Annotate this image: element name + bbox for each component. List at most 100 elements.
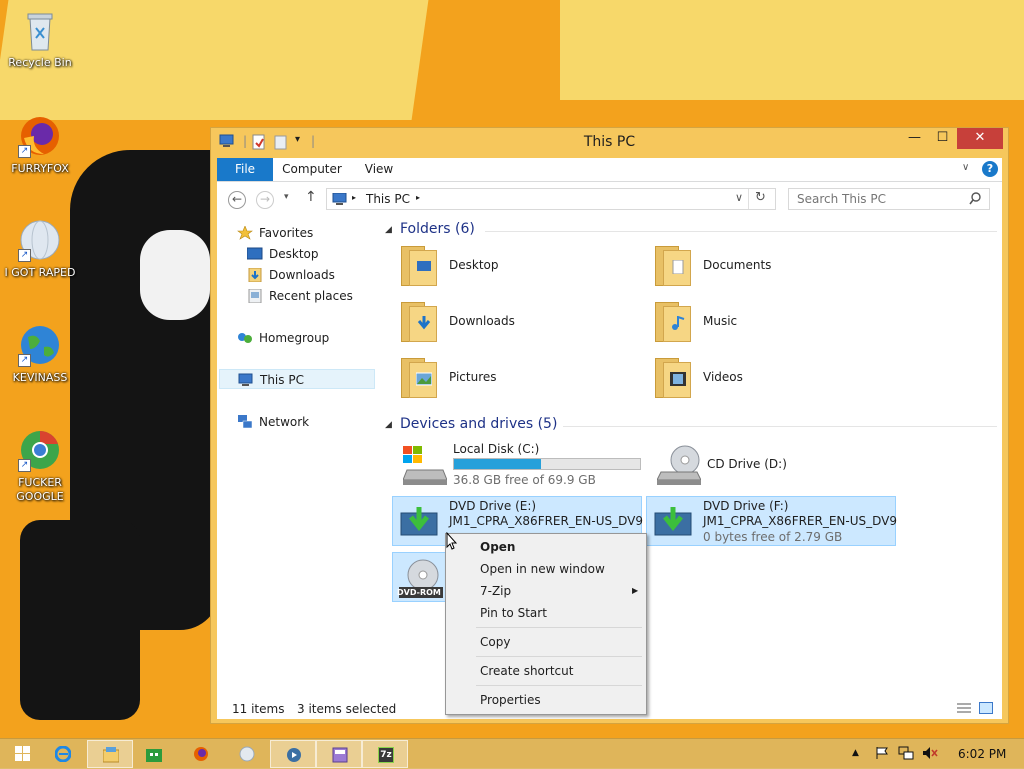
nav-downloads[interactable]: Downloads (247, 265, 335, 285)
drive-name: DVD Drive (E:) (449, 499, 537, 513)
nav-desktop[interactable]: Desktop (246, 244, 319, 264)
action-center-flag-icon[interactable] (875, 746, 889, 763)
nav-favorites[interactable]: Favorites (237, 223, 313, 243)
folder-music[interactable]: Music (651, 298, 891, 346)
window-title: This PC (583, 134, 636, 150)
nav-network-label: Network (259, 415, 310, 429)
menu-open[interactable]: Open (448, 536, 644, 558)
taskbar-firefox[interactable] (178, 740, 224, 768)
divider (748, 189, 749, 209)
taskbar-internet-explorer[interactable] (40, 740, 86, 768)
close-button[interactable]: ✕ (957, 128, 1003, 149)
menu-open-new-window[interactable]: Open in new window (448, 558, 644, 580)
homegroup-icon (237, 331, 253, 345)
collapse-icon[interactable]: ◢ (385, 225, 392, 235)
drive-local-disk-c[interactable]: Local Disk (C:) 36.8 GB free of 69.9 GB (397, 440, 649, 490)
address-bar[interactable]: ▸ This PC ▸ ∨ ↻ (326, 188, 776, 210)
large-icons-view-icon[interactable] (979, 702, 993, 717)
mouse-cursor-icon (446, 531, 458, 553)
globe-icon: ↗ (18, 218, 62, 262)
forward-button[interactable]: → (256, 191, 274, 209)
taskbar-media-player[interactable] (270, 740, 316, 768)
folder-icon (401, 358, 437, 398)
taskbar-7zip[interactable]: 7z (362, 740, 408, 768)
desktop-icon-label: FURRYFOX (11, 162, 69, 175)
folder-downloads[interactable]: Downloads (397, 298, 637, 346)
cd-drive-icon (656, 444, 702, 486)
back-button[interactable]: ← (228, 191, 246, 209)
expand-ribbon-icon[interactable]: ∨ (962, 162, 969, 173)
taskbar-store[interactable] (131, 740, 177, 768)
menu-create-shortcut[interactable]: Create shortcut (448, 660, 644, 682)
group-devices[interactable]: ◢ Devices and drives (5) (385, 416, 997, 436)
nav-this-pc[interactable]: This PC (219, 369, 375, 389)
drive-cd-d[interactable]: CD Drive (D:) (651, 440, 903, 490)
menu-properties[interactable]: Properties (448, 689, 644, 711)
pc-icon (238, 373, 254, 387)
details-view-icon[interactable] (957, 702, 971, 717)
help-icon[interactable]: ? (982, 161, 998, 177)
firefox-icon (194, 747, 208, 761)
minimize-button[interactable]: — (901, 128, 928, 149)
up-arrow-icon[interactable]: ↑ (305, 189, 317, 205)
breadcrumb-separator-icon[interactable]: ▸ (352, 193, 356, 202)
disk-usage-bar (453, 458, 641, 470)
star-icon (237, 224, 253, 240)
folder-videos[interactable]: Videos (651, 354, 891, 402)
group-devices-heading: Devices and drives (5) (400, 416, 558, 432)
folder-icon (655, 358, 691, 398)
file-explorer-icon (103, 747, 119, 763)
menu-separator (476, 627, 642, 628)
search-icon[interactable] (969, 192, 981, 209)
desktop-icon-recycle-bin[interactable]: Recycle Bin (0, 8, 80, 70)
maximize-button[interactable]: ☐ (929, 128, 956, 149)
taskbar-globe[interactable] (224, 740, 270, 768)
search-input[interactable] (789, 189, 972, 209)
folder-documents[interactable]: Documents (651, 242, 891, 290)
nav-homegroup[interactable]: Homegroup (237, 328, 329, 348)
menu-separator (476, 656, 642, 657)
tab-computer[interactable]: Computer (281, 158, 343, 181)
nav-network[interactable]: Network (237, 412, 309, 432)
folder-pictures[interactable]: Pictures (397, 354, 637, 402)
menu-copy[interactable]: Copy (448, 631, 644, 653)
menu-pin-to-start[interactable]: Pin to Start (448, 602, 644, 624)
tab-file[interactable]: File (217, 158, 273, 181)
taskbar-clock[interactable]: 6:02 PM (958, 747, 1006, 761)
nav-recent-places-label: Recent places (269, 289, 353, 303)
tab-view[interactable]: View (359, 158, 399, 181)
network-tray-icon[interactable] (898, 746, 914, 763)
drive-dvd-f[interactable]: DVD Drive (F:) JM1_CPRA_X86FRER_EN-US_DV… (646, 496, 897, 546)
volume-muted-icon[interactable] (922, 746, 938, 763)
desktop-icon-chrome[interactable]: ↗ FUCKER GOOGLE (0, 428, 80, 504)
breadcrumb-separator-icon[interactable]: ▸ (416, 193, 420, 202)
desktop-icon-earth[interactable]: ↗ KEVINASS (0, 323, 80, 385)
shortcut-arrow-icon: ↗ (18, 459, 31, 472)
network-icon (237, 414, 253, 429)
recent-locations-chevron-icon[interactable]: ▾ (284, 192, 289, 202)
windows-logo-icon (15, 746, 30, 761)
desktop-icon-furryfox[interactable]: ↗ FURRYFOX (0, 114, 80, 176)
show-hidden-icons-icon[interactable]: ▲ (852, 748, 859, 758)
status-item-count: 11 items (232, 702, 285, 716)
taskbar-file-explorer[interactable] (87, 740, 133, 768)
breadcrumb-this-pc[interactable]: This PC (366, 192, 410, 206)
drive-dvd-rom[interactable]: DVD-ROM (392, 552, 448, 602)
internet-explorer-icon (55, 746, 71, 762)
desktop-icon-globe[interactable]: ↗ I GOT RAPED (0, 218, 80, 280)
address-dropdown-icon[interactable]: ∨ (735, 191, 743, 204)
dvd-install-icon (653, 501, 697, 543)
taskbar-app[interactable] (316, 740, 362, 768)
search-box[interactable] (788, 188, 990, 210)
recycle-bin-icon (18, 8, 62, 52)
wallpaper-shape (140, 230, 210, 320)
drive-free-space: 36.8 GB free of 69.9 GB (453, 473, 596, 487)
folder-desktop[interactable]: Desktop (397, 242, 637, 290)
refresh-icon[interactable]: ↻ (755, 190, 766, 205)
collapse-icon[interactable]: ◢ (385, 420, 392, 430)
title-bar[interactable]: | ▾ | This PC — ☐ ✕ (211, 128, 1008, 156)
group-folders[interactable]: ◢ Folders (6) (385, 221, 997, 241)
menu-7zip[interactable]: 7-Zip ▶ (448, 580, 644, 602)
nav-recent-places[interactable]: Recent places (247, 286, 353, 306)
disk-usage-fill (454, 459, 542, 469)
